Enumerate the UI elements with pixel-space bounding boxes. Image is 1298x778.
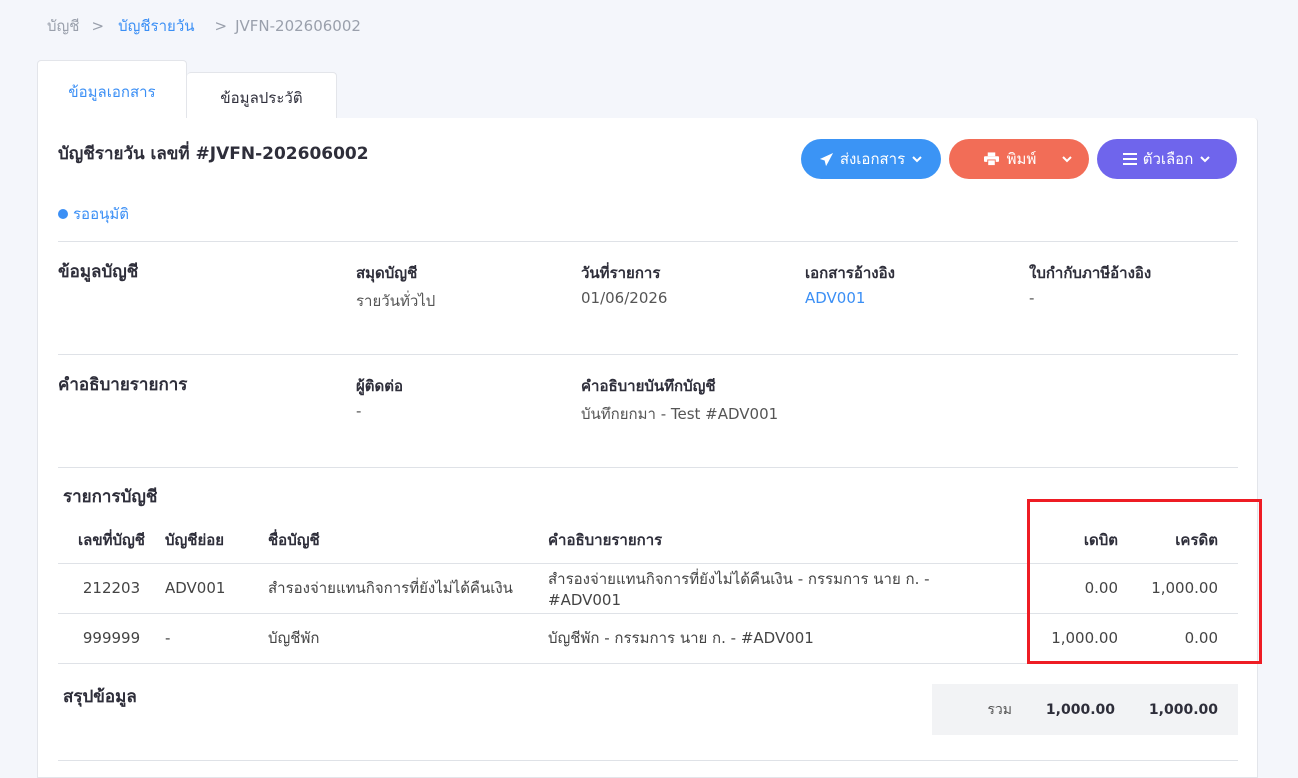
cell-account-name: บัญชีพัก [268, 613, 548, 664]
memo-field: คำอธิบายบันทึกบัญชี บันทึกยกมา - Test #A… [581, 374, 778, 426]
breadcrumb-separator: > [91, 17, 105, 35]
tax-invoice-field: ใบกำกับภาษีอ้างอิง - [1029, 261, 1151, 307]
divider [58, 241, 1238, 242]
paper-plane-icon [819, 152, 833, 166]
ref-doc-link[interactable]: ADV001 [805, 289, 895, 307]
col-account-no: เลขที่บัญชี [58, 518, 165, 564]
status-text: รออนุมัติ [73, 205, 129, 223]
printer-icon [983, 152, 999, 166]
col-account-name: ชื่อบัญชี [268, 518, 548, 564]
breadcrumb-separator: > [214, 17, 228, 35]
tab-document-info[interactable]: ข้อมูลเอกสาร [37, 60, 187, 122]
chevron-down-icon [1062, 156, 1072, 163]
total-label: รวม [987, 701, 1012, 718]
send-document-button[interactable]: ส่งเอกสาร [801, 139, 941, 179]
breadcrumb-current: JVFN-202606002 [235, 17, 361, 35]
date-label: วันที่รายการ [581, 264, 661, 282]
divider [58, 354, 1238, 355]
menu-icon [1122, 153, 1137, 165]
highlight-box [1027, 499, 1262, 664]
ref-doc-label: เอกสารอ้างอิง [805, 264, 895, 282]
breadcrumb-root[interactable]: บัญชี [47, 14, 79, 38]
date-field: วันที่รายการ 01/06/2026 [581, 261, 667, 307]
col-description: คำอธิบายรายการ [548, 518, 998, 564]
contact-label: ผู้ติดต่อ [356, 377, 404, 395]
cell-sub-account: ADV001 [165, 563, 268, 614]
chevron-down-icon [1200, 156, 1210, 163]
tab-bar: ข้อมูลเอกสาร ข้อมูลประวัติ [37, 60, 337, 122]
entries-title: รายการบัญชี [63, 487, 158, 507]
tax-invoice-value: - [1029, 289, 1035, 307]
status-badge: รออนุมัติ [58, 202, 129, 226]
cell-description: บัญชีพัก - กรรมการ นาย ก. - #ADV001 [548, 613, 998, 664]
tax-invoice-label: ใบกำกับภาษีอ้างอิง [1029, 264, 1152, 282]
col-sub-account: บัญชีย่อย [165, 518, 268, 564]
description-title: คำอธิบายรายการ [58, 375, 188, 395]
options-label: ตัวเลือก [1142, 151, 1194, 168]
breadcrumb: บัญชี > บัญชีรายวัน > JVFN-202606002 [47, 14, 361, 38]
total-credit: 1,000.00 [1148, 701, 1218, 718]
book-label: สมุดบัญชี [356, 264, 418, 282]
book-value: รายวันทั่วไป [356, 292, 436, 310]
print-label: พิมพ์ [1006, 151, 1037, 168]
send-document-label: ส่งเอกสาร [839, 151, 906, 168]
status-dot-icon [58, 209, 68, 219]
cell-account-name: สำรองจ่ายแทนกิจการที่ยังไม่ได้คืนเงิน [268, 563, 548, 614]
divider [58, 467, 1238, 468]
summary-totals: รวม 1,000.00 1,000.00 [932, 684, 1238, 735]
total-debit: 1,000.00 [1045, 701, 1115, 718]
action-buttons: ส่งเอกสาร พิมพ์ ตัวเลือก [801, 139, 1237, 179]
divider [58, 760, 1238, 761]
date-value: 01/06/2026 [581, 289, 668, 307]
breadcrumb-parent[interactable]: บัญชีรายวัน [118, 14, 194, 38]
options-button[interactable]: ตัวเลือก [1097, 139, 1237, 179]
book-field: สมุดบัญชี รายวันทั่วไป [356, 261, 435, 313]
print-button[interactable]: พิมพ์ [949, 139, 1089, 179]
ref-doc-field: เอกสารอ้างอิง ADV001 [805, 261, 895, 307]
cell-sub-account: - [165, 613, 268, 664]
summary-title: สรุปข้อมูล [63, 687, 137, 707]
document-card: บัญชีรายวัน เลขที่ #JVFN-202606002 ส่งเอ… [37, 118, 1258, 778]
contact-field: ผู้ติดต่อ - [356, 374, 403, 420]
tab-history[interactable]: ข้อมูลประวัติ [187, 72, 337, 122]
chevron-down-icon [912, 156, 922, 163]
cell-account-no: 999999 [58, 613, 165, 664]
memo-label: คำอธิบายบันทึกบัญชี [581, 377, 716, 395]
page-title: บัญชีรายวัน เลขที่ #JVFN-202606002 [58, 144, 369, 164]
cell-description: สำรองจ่ายแทนกิจการที่ยังไม่ได้คืนเงิน - … [548, 563, 998, 614]
contact-value: - [356, 402, 362, 420]
cell-account-no: 212203 [58, 563, 165, 614]
account-info-title: ข้อมูลบัญชี [58, 262, 139, 282]
memo-value: บันทึกยกมา - Test #ADV001 [581, 405, 779, 423]
